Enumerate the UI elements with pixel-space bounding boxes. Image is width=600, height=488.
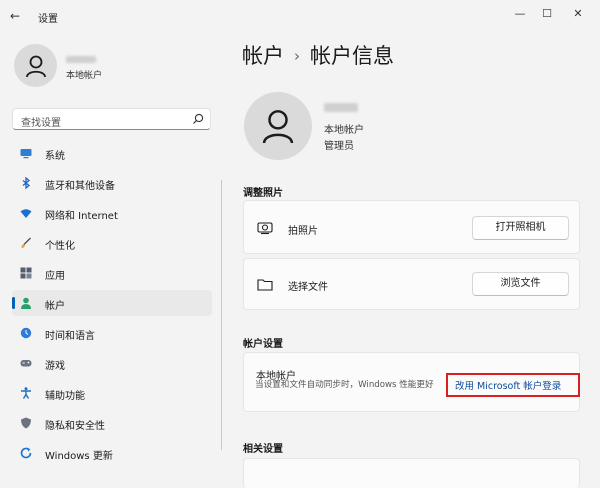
sidebar-item-accounts[interactable]: 帐户 bbox=[12, 290, 212, 316]
choose-file-card: 选择文件 浏览文件 bbox=[243, 258, 580, 310]
sidebar-item-label: 网络和 Internet bbox=[45, 211, 118, 222]
search-placeholder: 查找设置 bbox=[21, 118, 61, 129]
sidebar-item-label: Windows 更新 bbox=[45, 451, 113, 462]
sidebar-item-windows-update[interactable]: Windows 更新 bbox=[12, 440, 212, 466]
update-icon bbox=[20, 447, 32, 459]
local-account-description: 当设置和文件自动同步时，Windows 性能更好 bbox=[255, 380, 434, 390]
breadcrumb-parent[interactable]: 帐户 bbox=[242, 44, 284, 68]
title-bar: ← 设置 — ☐ ✕ bbox=[0, 0, 600, 32]
sidebar-item-personalization[interactable]: 个性化 bbox=[12, 230, 212, 256]
apps-icon bbox=[20, 267, 32, 279]
bluetooth-icon bbox=[22, 177, 31, 189]
sidebar-user-type: 本地帐户 bbox=[66, 71, 103, 81]
folder-icon bbox=[257, 279, 273, 291]
app-title: 设置 bbox=[38, 14, 58, 25]
sidebar-item-label: 辅助功能 bbox=[45, 391, 85, 402]
search-input[interactable]: 查找设置 bbox=[12, 108, 211, 130]
sidebar-item-label: 时间和语言 bbox=[45, 331, 95, 342]
open-camera-button[interactable]: 打开照相机 bbox=[472, 216, 569, 240]
active-indicator bbox=[12, 297, 15, 309]
section-title-photo: 调整照片 bbox=[243, 188, 283, 199]
minimize-button[interactable]: — bbox=[513, 7, 527, 20]
sidebar-item-accessibility[interactable]: 辅助功能 bbox=[12, 380, 212, 406]
maximize-button[interactable]: ☐ bbox=[540, 7, 554, 20]
breadcrumb-separator: › bbox=[294, 47, 300, 65]
person-icon bbox=[21, 297, 31, 309]
sidebar-item-label: 系统 bbox=[45, 151, 65, 162]
globe-clock-icon bbox=[20, 327, 32, 339]
profile-role: 管理员 bbox=[324, 141, 354, 152]
sidebar-item-time-language[interactable]: 时间和语言 bbox=[12, 320, 212, 346]
sidebar-item-gaming[interactable]: 游戏 bbox=[12, 350, 212, 376]
sidebar-item-label: 帐户 bbox=[45, 301, 65, 312]
section-title-account-settings: 帐户设置 bbox=[243, 339, 283, 350]
sidebar-item-system[interactable]: 系统 bbox=[12, 140, 212, 166]
shield-icon bbox=[21, 417, 31, 429]
back-arrow-icon[interactable]: ← bbox=[10, 9, 20, 23]
sidebar-item-label: 蓝牙和其他设备 bbox=[45, 181, 115, 192]
sidebar-item-privacy[interactable]: 隐私和安全性 bbox=[12, 410, 212, 436]
sidebar-item-label: 游戏 bbox=[45, 361, 65, 372]
browse-files-button[interactable]: 浏览文件 bbox=[472, 272, 569, 296]
take-photo-card: 拍照片 打开照相机 bbox=[243, 200, 580, 254]
sidebar-item-label: 隐私和安全性 bbox=[45, 421, 105, 432]
profile-avatar bbox=[244, 92, 312, 160]
sidebar-item-apps[interactable]: 应用 bbox=[12, 260, 212, 286]
person-icon bbox=[262, 110, 294, 144]
accessibility-icon bbox=[21, 387, 31, 399]
monitor-icon bbox=[20, 149, 32, 159]
related-settings-card bbox=[243, 458, 580, 488]
sidebar-item-label: 个性化 bbox=[45, 241, 75, 252]
page-title: 帐户信息 bbox=[310, 44, 394, 68]
choose-file-label: 选择文件 bbox=[288, 282, 328, 293]
blurred-profile-name bbox=[324, 103, 358, 112]
sidebar-item-bluetooth[interactable]: 蓝牙和其他设备 bbox=[12, 170, 212, 196]
wifi-icon bbox=[20, 209, 32, 218]
camera-icon bbox=[257, 222, 273, 235]
blurred-user-name bbox=[66, 56, 96, 63]
sidebar-item-network[interactable]: 网络和 Internet bbox=[12, 200, 212, 226]
sidebar-item-label: 应用 bbox=[45, 271, 65, 282]
profile-account-type: 本地帐户 bbox=[324, 125, 364, 136]
person-icon bbox=[25, 55, 46, 77]
section-title-related-settings: 相关设置 bbox=[243, 444, 283, 455]
breadcrumb: 帐户 › 帐户信息 bbox=[242, 40, 394, 70]
close-button[interactable]: ✕ bbox=[571, 7, 585, 20]
take-photo-label: 拍照片 bbox=[288, 226, 318, 237]
switch-to-microsoft-account-link[interactable]: 改用 Microsoft 帐户登录 bbox=[455, 378, 561, 392]
brush-icon bbox=[21, 237, 31, 248]
gamepad-icon bbox=[20, 360, 32, 367]
sidebar-avatar bbox=[14, 44, 57, 87]
search-icon[interactable] bbox=[192, 113, 204, 125]
sidebar-divider bbox=[221, 180, 222, 450]
